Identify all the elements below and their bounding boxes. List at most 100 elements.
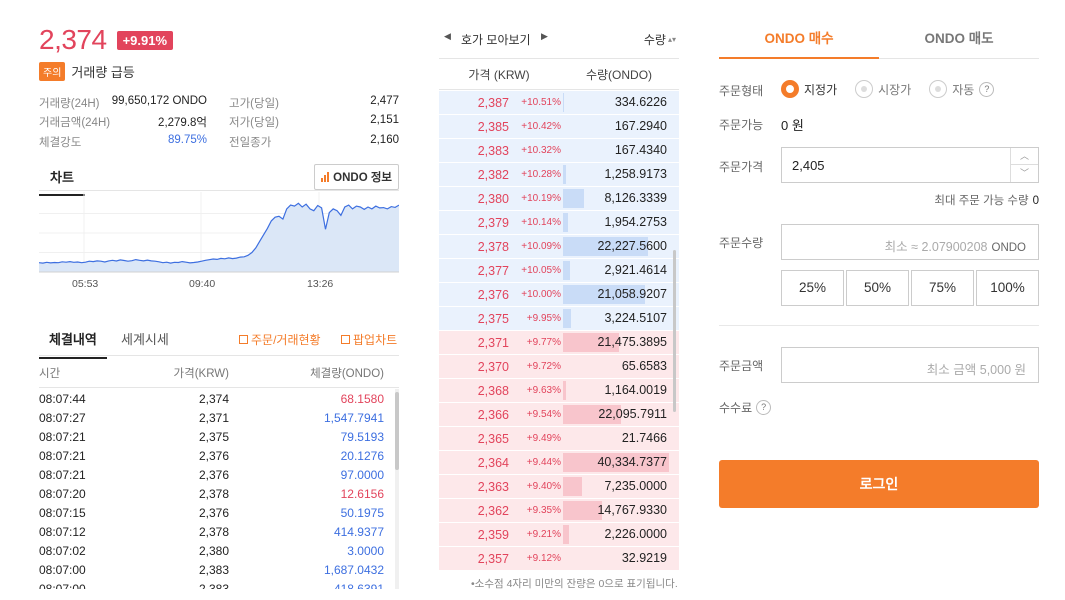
trade-price: 2,374 [198,391,229,406]
trade-time: 08:07:00 [39,562,86,577]
orderbook-scrollbar[interactable] [673,250,676,412]
sort-label: 수량 [643,33,666,47]
fee-row: 수수료 ? [719,399,772,416]
orderbook-list[interactable]: 2,387 +10.51% 334.6226 2,385 +10.42% 167.2940… [439,91,679,571]
amount-placeholder: 최소 금액 5,000 원 [926,363,1026,377]
bid-row[interactable]: 2,365 +9.49% 21.7466 [439,427,679,451]
price-stepper[interactable]: ︿ ﹀ [1010,148,1038,182]
ob-depth-bar [563,261,571,280]
chart-icon [239,335,248,344]
col-price: 가격(KRW) [173,367,229,380]
ob-price: 2,357 [477,551,509,566]
orderbook-toolbar: ◀ 호가 모아보기 ▶ 수량 ▴▾ [439,28,679,56]
price-chart[interactable] [39,192,399,292]
ob-qty-cell: 65.6583 [563,355,671,378]
ob-change: +10.05% [521,265,561,276]
ob-change: +10.51% [521,97,561,108]
radio-auto[interactable]: 자동? [929,80,995,98]
trade-volume: 12.6156 [340,486,384,501]
tab-world-price[interactable]: 세계시세 [121,329,169,348]
tab-sell[interactable]: ONDO 매도 [879,26,1039,59]
ob-price: 2,382 [477,167,509,182]
trade-list[interactable]: 08:07:44 2,374 68.1580 08:07:27 2,371 1,547.7… [39,389,399,590]
ob-price: 2,375 [477,311,509,326]
pct-75-button[interactable]: 75% [911,270,974,306]
stepper-up-icon[interactable]: ︿ [1011,148,1038,165]
help-icon[interactable]: ? [979,81,995,97]
trade-row: 08:07:27 2,371 1,547.7941 [39,408,399,427]
sort-icon: ▴▾ [667,35,676,44]
order-price-input[interactable]: 2,405 ︿ ﹀ [781,147,1039,183]
trade-price: 2,380 [198,543,229,558]
order-qty-input[interactable]: 최소 ≈ 2.07900208 ONDO [781,224,1039,260]
ask-row[interactable]: 2,385 +10.42% 167.2940 [439,115,679,139]
radio-limit[interactable]: 지정가 [781,80,837,98]
bid-row[interactable]: 2,363 +9.40% 7,235.0000 [439,475,679,499]
trade-scrollbar[interactable] [395,392,399,470]
order-amount-input[interactable]: 최소 금액 5,000 원 [781,347,1039,383]
ob-price: 2,365 [477,431,509,446]
tab-buy[interactable]: ONDO 매수 [719,26,879,59]
ob-change: +10.19% [521,193,561,204]
ask-row[interactable]: 2,382 +10.28% 1,258.9173 [439,163,679,187]
popup-chart-link[interactable]: 팝업차트 [341,331,397,348]
trade-volume: 1,687.0432 [323,562,384,577]
bid-row[interactable]: 2,370 +9.72% 65.6583 [439,355,679,379]
price-row: 2,374 +9.91% [39,24,174,56]
ob-qty-cell: 40,334.7377 [563,451,671,474]
ask-row[interactable]: 2,379 +10.14% 1,954.2753 [439,211,679,235]
ask-row[interactable]: 2,378 +10.09% 22,227.5600 [439,235,679,259]
bid-row[interactable]: 2,368 +9.63% 1,164.0019 [439,379,679,403]
trade-time: 08:07:21 [39,467,86,482]
ob-qty: 2,921.4614 [604,263,667,277]
ticker-panel: 2,374 +9.91% 주의 거래량 급등 거래량(24H) 99,650,17… [39,0,399,600]
ask-row[interactable]: 2,376 +10.00% 21,058.9207 [439,283,679,307]
trade-price: 2,376 [198,467,229,482]
ob-qty: 3,224.5107 [604,311,667,325]
bid-row[interactable]: 2,371 +9.77% 21,475.3895 [439,331,679,355]
order-status-link[interactable]: 주문/거래현황 [239,331,321,348]
login-button[interactable]: 로그인 [719,460,1039,508]
bid-row[interactable]: 2,359 +9.21% 2,226.0000 [439,523,679,547]
ask-row[interactable]: 2,387 +10.51% 334.6226 [439,91,679,115]
trade-time: 08:07:02 [39,543,86,558]
prev-arrow-icon[interactable]: ◀ [444,31,451,42]
trade-row: 08:07:02 2,380 3.0000 [39,541,399,560]
stat-value: 2,160 [370,133,399,146]
bid-row[interactable]: 2,362 +9.35% 14,767.9330 [439,499,679,523]
trade-time: 08:07:21 [39,429,86,444]
fee-label: 수수료 [719,401,753,415]
order-price-value: 2,405 [792,158,825,173]
ask-row[interactable]: 2,375 +9.95% 3,224.5107 [439,307,679,331]
ask-row[interactable]: 2,377 +10.05% 2,921.4614 [439,259,679,283]
price-chart-svg [39,192,399,273]
ob-depth-bar [563,93,565,112]
ob-price: 2,371 [477,335,509,350]
next-arrow-icon[interactable]: ▶ [541,31,548,42]
order-qty-label: 주문수량 [719,236,764,250]
ask-row[interactable]: 2,380 +10.19% 8,126.3339 [439,187,679,211]
tab-trades[interactable]: 체결내역 [39,329,107,359]
trade-price: 2,383 [198,562,229,577]
help-icon[interactable]: ? [756,400,772,415]
col-volume: 체결량(ONDO) [310,367,384,380]
bid-row[interactable]: 2,364 +9.44% 40,334.7377 [439,451,679,475]
ob-change: +10.00% [521,289,561,300]
ob-price: 2,364 [477,455,509,470]
ob-price: 2,380 [477,191,509,206]
ob-qty-cell: 167.4340 [563,139,671,162]
radio-off-icon [929,80,948,98]
trade-price: 2,376 [198,505,229,520]
ondo-info-button[interactable]: ONDO 정보 [314,164,399,190]
bid-row[interactable]: 2,357 +9.12% 32.9219 [439,547,679,571]
bid-row[interactable]: 2,366 +9.54% 22,095.7911 [439,403,679,427]
radio-market[interactable]: 시장가 [855,80,911,98]
pct-25-button[interactable]: 25% [781,270,844,306]
divider [719,325,1039,326]
stepper-down-icon[interactable]: ﹀ [1011,165,1038,182]
sort-dropdown[interactable]: 수량 ▴▾ [644,31,676,48]
ask-row[interactable]: 2,383 +10.32% 167.4340 [439,139,679,163]
pct-100-button[interactable]: 100% [976,270,1039,306]
pct-50-button[interactable]: 50% [846,270,909,306]
stat-label: 전일종가 [229,136,272,149]
